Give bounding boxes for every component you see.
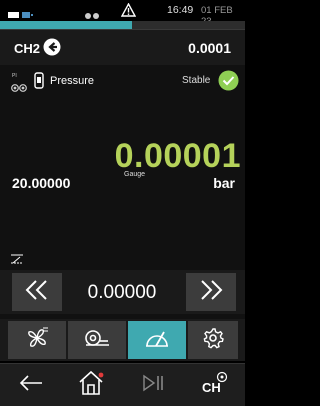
range-value: 20.00000 — [12, 175, 71, 191]
increment-button[interactable] — [186, 273, 236, 311]
channel-settings-button[interactable]: CH — [183, 364, 244, 406]
check-icon — [218, 70, 239, 96]
channel-label: CH2 — [14, 41, 41, 56]
pump-icon — [84, 327, 110, 354]
tool-bar — [0, 319, 245, 361]
link-status-icon — [11, 79, 27, 97]
zero-set-icon[interactable] — [11, 251, 23, 269]
stepper-value[interactable]: 0.00000 — [62, 282, 182, 304]
channel-bar[interactable]: CH2 0.0001 — [0, 29, 245, 65]
settings-button[interactable] — [188, 321, 238, 359]
clock-time: 16:49 — [167, 4, 194, 16]
home-button[interactable] — [61, 364, 122, 406]
pump-button[interactable] — [68, 321, 126, 359]
unit-label[interactable]: bar — [213, 175, 235, 191]
fan-button[interactable] — [8, 321, 66, 359]
warning-icon[interactable] — [120, 2, 137, 22]
gauge-icon — [144, 327, 170, 354]
channel-settings-icon: CH — [200, 370, 228, 401]
measurement-mode: Gauge — [124, 171, 146, 178]
back-button[interactable] — [0, 364, 61, 406]
decrement-button[interactable] — [12, 273, 62, 311]
stability-label: Stable — [182, 75, 211, 86]
gauge-button[interactable] — [128, 321, 186, 359]
sensor-title: Pressure — [50, 75, 95, 87]
channel-value: 0.0001 — [188, 40, 231, 56]
play-pause-icon — [140, 374, 166, 397]
arrow-circle-icon[interactable] — [43, 38, 61, 61]
gear-icon — [202, 327, 224, 354]
status-bar: 16:49 01 FEB 23 — [0, 0, 245, 27]
play-pause-button[interactable] — [122, 364, 183, 406]
value-stepper: 0.00000 — [0, 270, 245, 314]
progress-fill — [0, 21, 133, 29]
svg-text:CH: CH — [202, 380, 221, 395]
chevron-double-left-icon — [25, 277, 49, 308]
fan-icon — [25, 326, 49, 355]
chevron-double-right-icon — [199, 277, 223, 308]
home-icon — [78, 370, 106, 401]
pressure-sensor-icon — [34, 72, 44, 94]
bottom-navigation: CH — [0, 363, 245, 406]
back-arrow-icon — [18, 374, 44, 396]
